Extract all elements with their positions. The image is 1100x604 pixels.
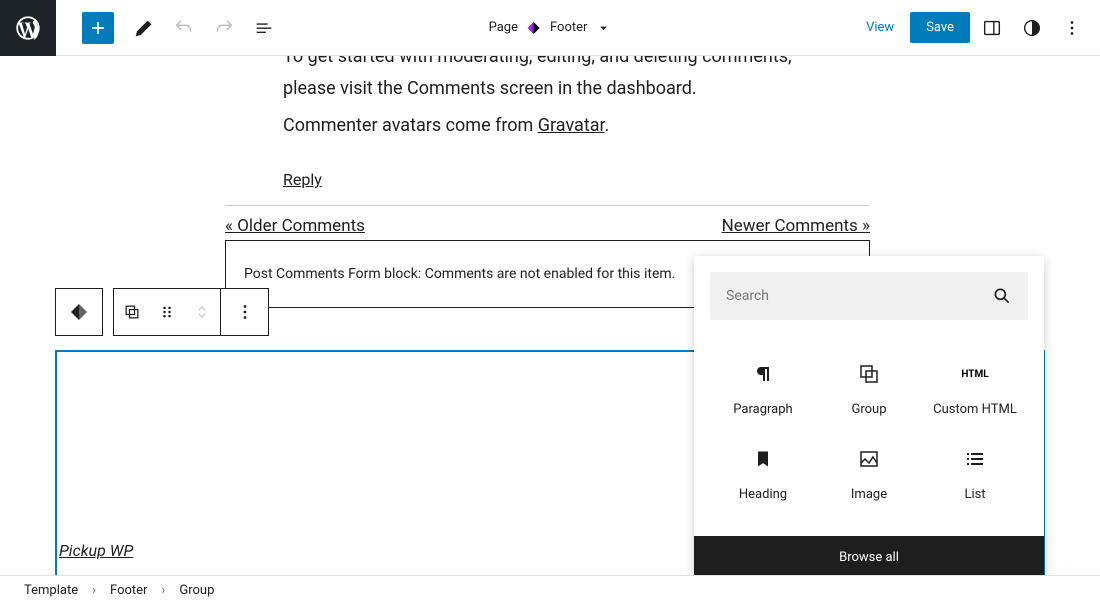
drag-handle[interactable]: [149, 302, 184, 322]
block-list[interactable]: List: [922, 431, 1028, 516]
chevron-down-icon: [595, 20, 611, 36]
select-parent-button[interactable]: [114, 302, 149, 322]
paragraph-icon: [751, 360, 775, 388]
list-view-icon: [253, 17, 275, 39]
gravatar-link[interactable]: Gravatar: [538, 115, 605, 136]
block-tools-group: [113, 288, 221, 336]
redo-icon: [213, 17, 235, 39]
diamond-icon: [67, 300, 91, 324]
reply-link[interactable]: Reply: [283, 166, 322, 195]
inserter-search: [710, 272, 1028, 320]
older-comments-link[interactable]: « Older Comments: [225, 216, 365, 236]
wordpress-logo[interactable]: [0, 0, 56, 56]
group-icon: [122, 302, 142, 322]
template-name: Footer: [550, 20, 587, 35]
block-heading[interactable]: Heading: [710, 431, 816, 516]
comments-navigation: « Older Comments Newer Comments »: [225, 205, 870, 236]
document-overview-button[interactable]: [246, 10, 282, 46]
group-icon: [857, 360, 881, 388]
move-buttons[interactable]: [185, 302, 220, 322]
toolbar-right: View Save: [854, 10, 1100, 46]
image-icon: [857, 445, 881, 473]
undo-icon: [173, 17, 195, 39]
heading-icon: [753, 445, 773, 473]
list-icon: [963, 445, 987, 473]
toolbar-group-left: [56, 10, 282, 46]
plus-icon: [88, 18, 108, 38]
block-more-button[interactable]: [221, 288, 269, 336]
block-inserter-panel: Paragraph Group HTML Custom HTML Heading…: [694, 256, 1044, 575]
top-toolbar: Page Footer View Save: [0, 0, 1100, 56]
block-group[interactable]: Group: [816, 346, 922, 431]
edit-tool-button[interactable]: [126, 10, 162, 46]
chevron-right-icon: ›: [161, 583, 165, 598]
comment-content: To get started with moderating, editing,…: [283, 56, 848, 197]
chevron-right-icon: ›: [92, 583, 96, 598]
browse-all-button[interactable]: Browse all: [694, 536, 1044, 575]
styles-button[interactable]: [1014, 10, 1050, 46]
breadcrumb-footer[interactable]: Footer: [110, 583, 147, 598]
diamond-icon: [526, 20, 542, 36]
drag-icon: [157, 302, 177, 322]
block-custom-html[interactable]: HTML Custom HTML: [922, 346, 1028, 431]
block-toolbar: [55, 288, 269, 336]
breadcrumb-template[interactable]: Template: [24, 583, 78, 598]
add-block-button[interactable]: [82, 12, 114, 44]
undo-button[interactable]: [166, 10, 202, 46]
more-vertical-icon: [1061, 17, 1083, 39]
view-link[interactable]: View: [854, 12, 906, 43]
save-button[interactable]: Save: [910, 12, 970, 43]
pencil-icon: [133, 17, 155, 39]
redo-button[interactable]: [206, 10, 242, 46]
options-button[interactable]: [1054, 10, 1090, 46]
search-icon: [992, 286, 1012, 306]
move-up-down-icon: [192, 302, 212, 322]
page-label: Page: [489, 20, 518, 35]
editor-canvas: To get started with moderating, editing,…: [0, 56, 1100, 575]
sidebar-icon: [981, 17, 1003, 39]
block-grid: Paragraph Group HTML Custom HTML Heading…: [694, 336, 1044, 536]
sidebar-toggle-button[interactable]: [974, 10, 1010, 46]
newer-comments-link[interactable]: Newer Comments »: [722, 216, 870, 236]
html-icon: HTML: [961, 360, 988, 388]
site-title[interactable]: Pickup WP: [59, 541, 133, 560]
template-selector[interactable]: Page Footer: [489, 20, 612, 36]
wordpress-icon: [14, 14, 42, 42]
more-vertical-icon: [234, 301, 256, 323]
comment-text-2: Commenter avatars come from Gravatar.: [283, 110, 848, 142]
breadcrumb-group[interactable]: Group: [179, 583, 214, 598]
block-paragraph[interactable]: Paragraph: [710, 346, 816, 431]
search-input[interactable]: [726, 288, 992, 304]
block-type-button[interactable]: [55, 288, 103, 336]
block-breadcrumb: Template › Footer › Group: [0, 575, 1100, 604]
block-image[interactable]: Image: [816, 431, 922, 516]
comment-text-1: To get started with moderating, editing,…: [283, 56, 848, 106]
half-circle-icon: [1021, 17, 1043, 39]
